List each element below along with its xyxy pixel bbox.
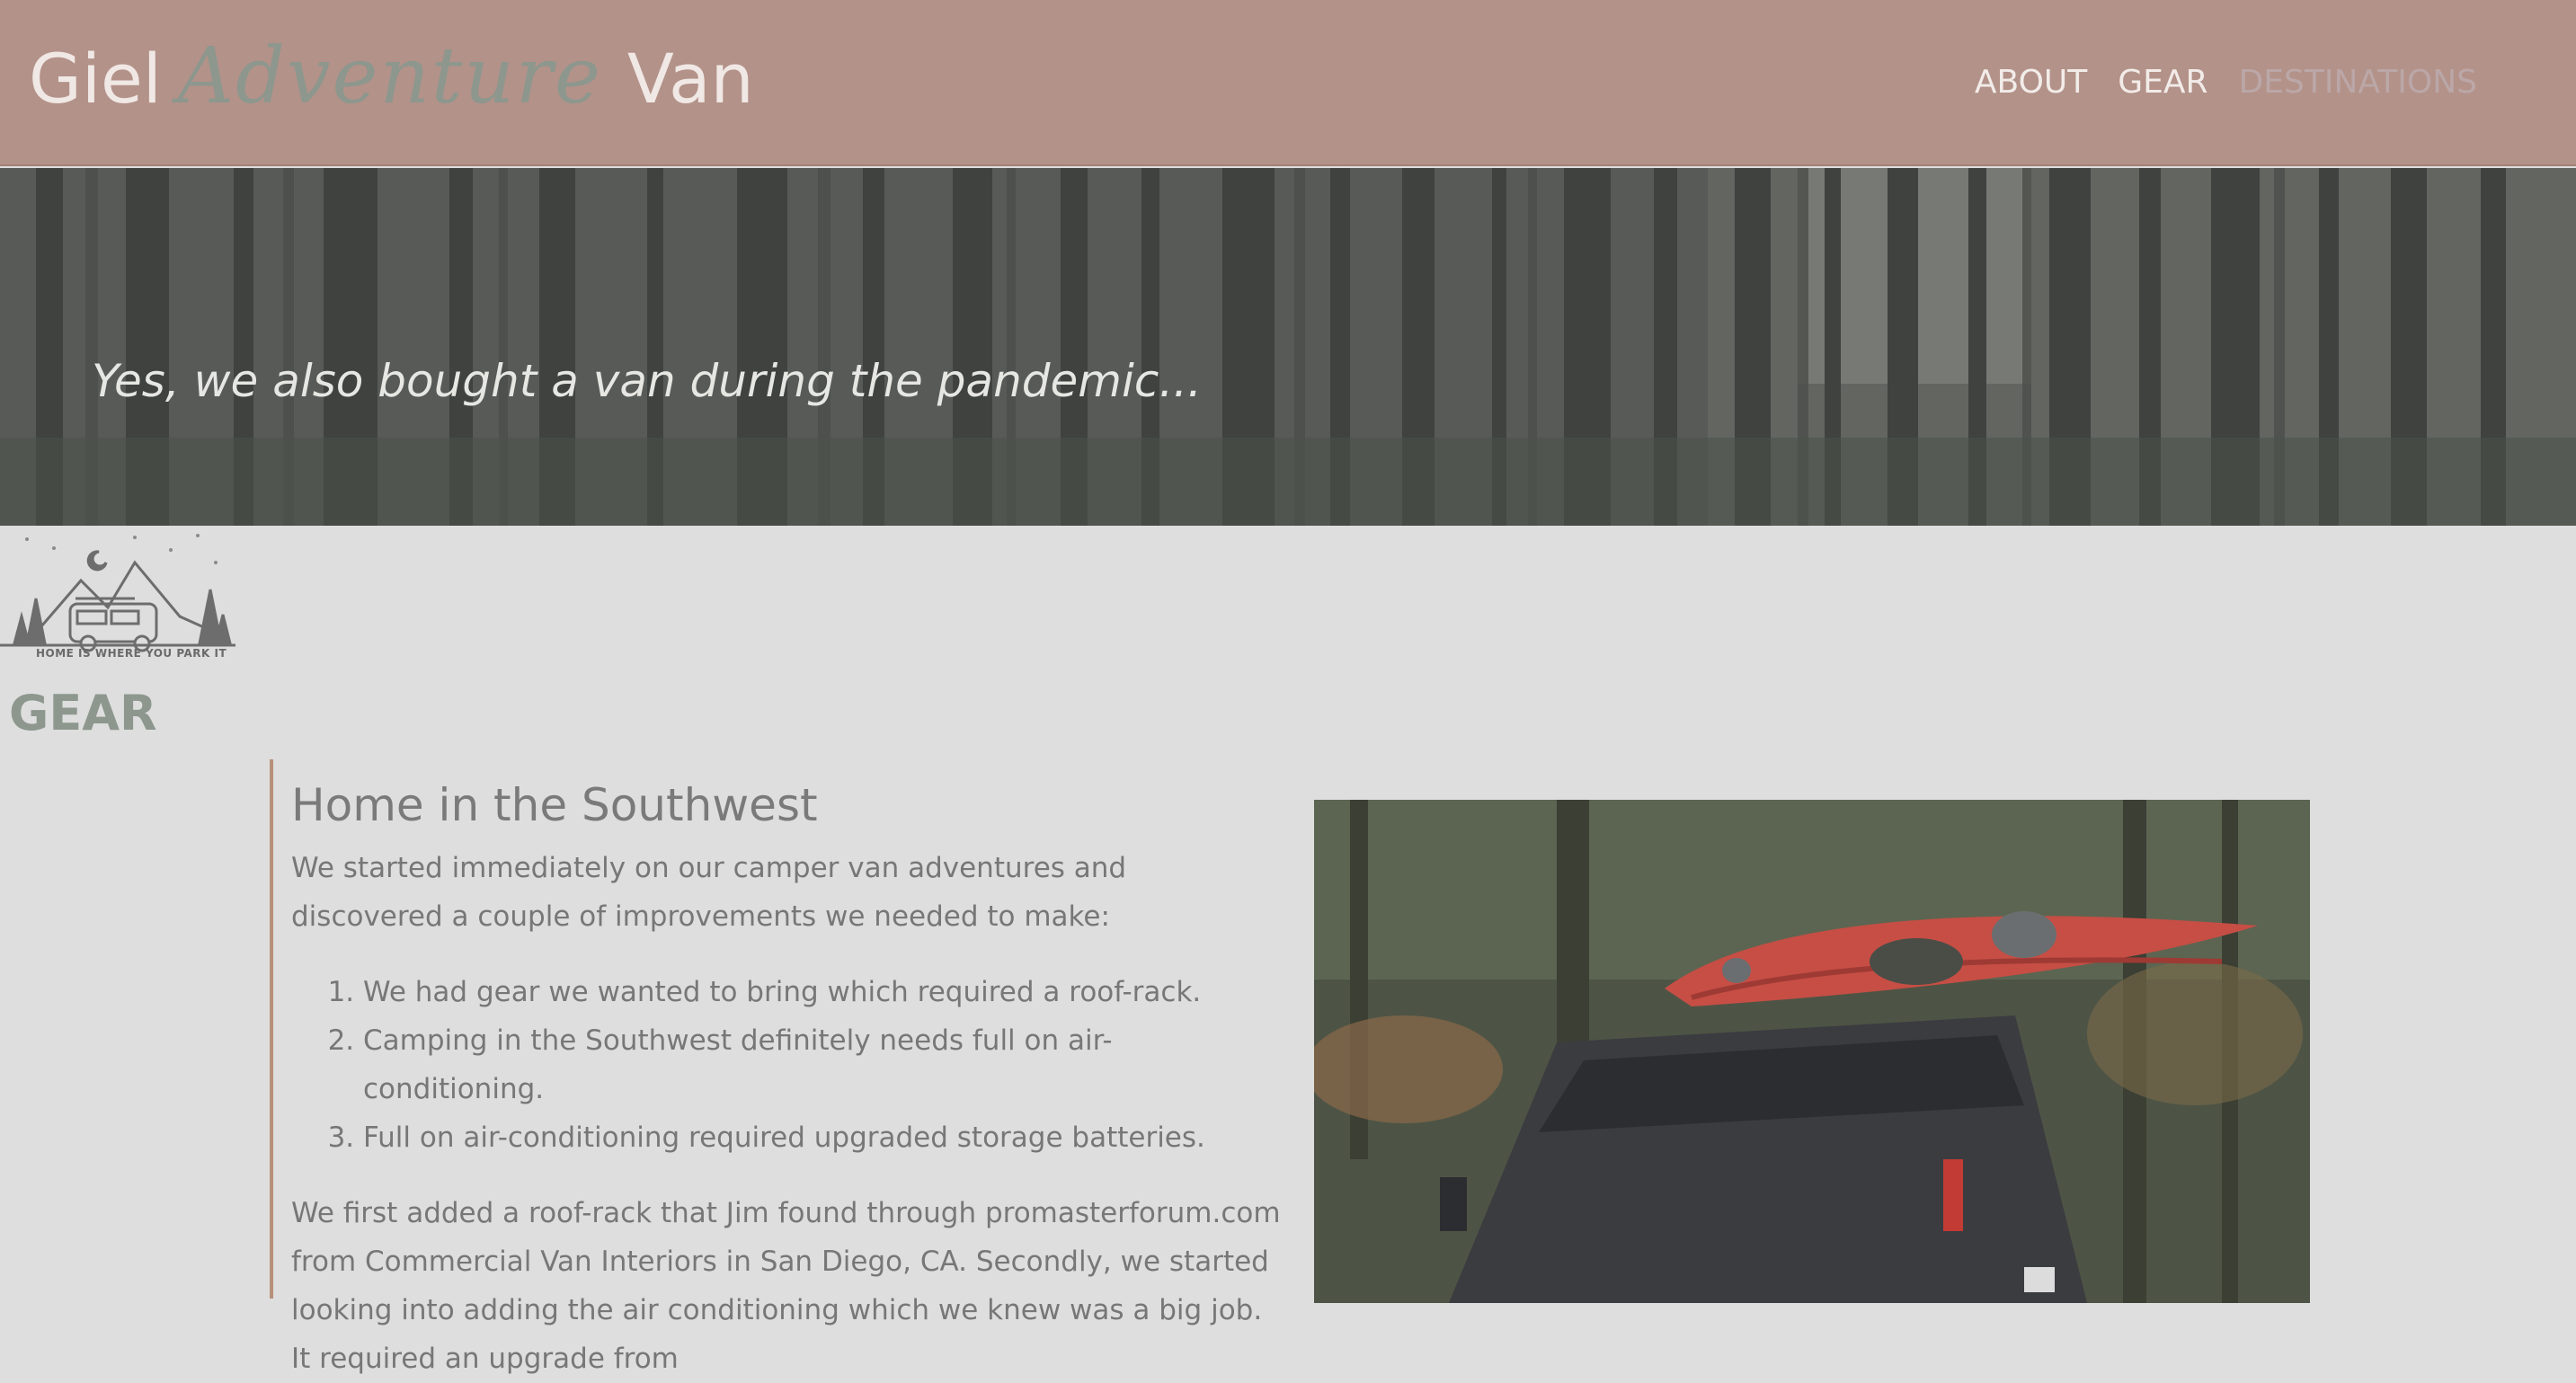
- nav-destinations[interactable]: DESTINATIONS: [2239, 64, 2477, 101]
- site-brand[interactable]: Giel Adventure Van: [29, 27, 754, 126]
- section-title: GEAR: [9, 685, 157, 741]
- article-card: Home in the Southwest We started immedia…: [270, 759, 1285, 1375]
- list-item: We had gear we wanted to bring which req…: [363, 968, 1285, 1016]
- site-header: Giel Adventure Van ABOUT GEAR DESTINATIONS: [0, 0, 2576, 166]
- article-heading: Home in the Southwest: [291, 779, 818, 831]
- main-nav: ABOUT GEAR DESTINATIONS: [1975, 59, 2477, 104]
- brand-first: Giel: [29, 39, 162, 119]
- brand-last: Van: [626, 39, 754, 119]
- brand-script: Adventure: [177, 31, 602, 121]
- logo-tagline: HOME IS WHERE YOU PARK IT: [36, 647, 227, 660]
- article-intro: We started immediately on our camper van…: [291, 852, 1127, 933]
- list-item: Full on air-conditioning required upgrad…: [363, 1113, 1285, 1162]
- list-item: Camping in the Southwest definitely need…: [363, 1016, 1285, 1113]
- nav-about[interactable]: ABOUT: [1975, 64, 2087, 101]
- hero-banner: Yes, we also bought a van during the pan…: [0, 168, 2576, 526]
- van-kayak-photo: [1314, 800, 2310, 1303]
- improvement-list: We had gear we wanted to bring which req…: [291, 968, 1285, 1162]
- article-body: We first added a roof-rack that Jim foun…: [291, 1197, 1281, 1375]
- nav-gear[interactable]: GEAR: [2118, 64, 2207, 101]
- forest-image: [0, 168, 2576, 526]
- van-photo-image: [1314, 800, 2310, 1303]
- hero-caption: Yes, we also bought a van during the pan…: [92, 355, 1203, 407]
- van-mountain-logo-icon: [0, 534, 235, 652]
